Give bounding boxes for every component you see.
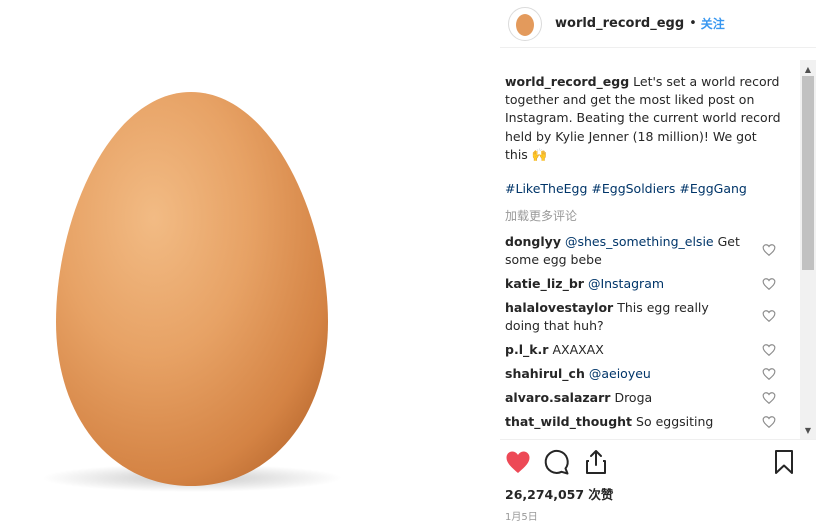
- comments-scrollbar[interactable]: ▲ ▼: [800, 60, 816, 439]
- post-date[interactable]: 1月5日: [505, 508, 538, 523]
- scroll-down-arrow-icon[interactable]: ▼: [800, 423, 816, 437]
- list-item: katie_liz_br @Instagram: [505, 275, 745, 293]
- comment-username[interactable]: that_wild_thought: [505, 414, 632, 429]
- divider: [500, 439, 816, 440]
- list-item: halalovestaylor This egg really doing th…: [505, 299, 745, 335]
- comment-username[interactable]: katie_liz_br: [505, 276, 584, 291]
- comment-username[interactable]: halalovestaylor: [505, 300, 613, 315]
- list-item: shahirul_ch @aeioyeu: [505, 365, 745, 383]
- comment-username[interactable]: donglyy: [505, 234, 561, 249]
- caption: world_record_egg Let's set a world recor…: [505, 73, 783, 164]
- comment-heart-icon[interactable]: [762, 391, 776, 405]
- egg-avatar-icon: [516, 13, 534, 36]
- action-bar: [500, 448, 816, 480]
- list-item: p.l_k.r AXAXAX: [505, 341, 745, 359]
- comment-mention[interactable]: @Instagram: [588, 276, 664, 291]
- scroll-up-arrow-icon[interactable]: ▲: [800, 62, 816, 76]
- comments-list: world_record_egg Let's set a world recor…: [500, 60, 802, 438]
- comment-username[interactable]: alvaro.salazarr: [505, 390, 610, 405]
- comment-heart-icon[interactable]: [762, 277, 776, 291]
- comment-text: So eggsiting: [636, 414, 714, 429]
- comment-username[interactable]: p.l_k.r: [505, 342, 548, 357]
- comment-heart-icon[interactable]: [762, 309, 776, 323]
- follow-button[interactable]: 关注: [701, 15, 725, 32]
- header-username[interactable]: world_record_egg: [555, 16, 684, 31]
- caption-username[interactable]: world_record_egg: [505, 74, 629, 89]
- like-count[interactable]: 26,274,057 次赞: [505, 484, 613, 503]
- comment-text: Droga: [614, 390, 653, 405]
- bookmark-icon[interactable]: [770, 448, 798, 476]
- comment-username[interactable]: shahirul_ch: [505, 366, 585, 381]
- list-item: that_wild_thought So eggsiting: [505, 413, 745, 431]
- separator-dot: •: [689, 16, 697, 31]
- heart-icon[interactable]: [504, 448, 532, 476]
- load-more-comments-button[interactable]: 加载更多评论: [505, 207, 577, 224]
- comment-heart-icon[interactable]: [762, 415, 776, 429]
- post-header: world_record_egg • 关注: [500, 0, 816, 48]
- comment-heart-icon[interactable]: [762, 367, 776, 381]
- share-icon[interactable]: [582, 448, 610, 476]
- egg-image: [42, 92, 342, 492]
- post-sidebar: world_record_egg • 关注 world_record_egg L…: [500, 0, 816, 523]
- hashtags[interactable]: #LikeTheEgg #EggSoldiers #EggGang: [505, 181, 747, 196]
- list-item: donglyy @shes_something_elsie Get some e…: [505, 233, 745, 269]
- list-item: alvaro.salazarr Droga: [505, 389, 745, 407]
- comment-mention[interactable]: @shes_something_elsie: [565, 234, 714, 249]
- post-image: [0, 0, 500, 523]
- avatar[interactable]: [508, 6, 542, 41]
- scrollbar-thumb[interactable]: [802, 76, 814, 270]
- comment-text: AXAXAX: [552, 342, 604, 357]
- comment-icon[interactable]: [543, 448, 571, 476]
- comment-heart-icon[interactable]: [762, 243, 776, 257]
- comment-mention[interactable]: @aeioyeu: [589, 366, 651, 381]
- comment-heart-icon[interactable]: [762, 343, 776, 357]
